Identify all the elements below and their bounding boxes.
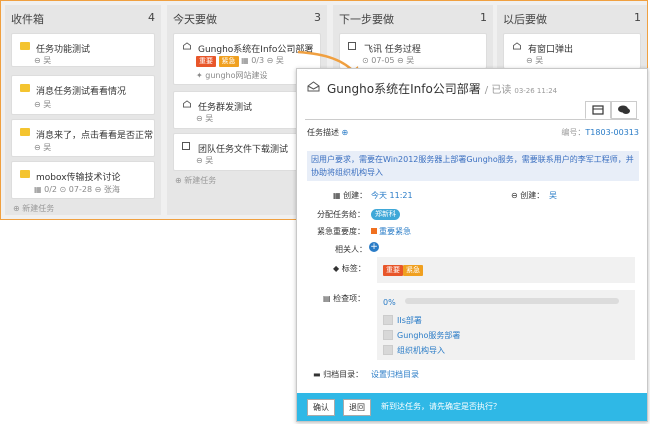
envelope-open-icon — [183, 42, 191, 50]
tags-panel: 重要 紧急 — [377, 257, 635, 283]
tab-detail[interactable] — [585, 101, 611, 119]
task-project: ✦ gungho网站建设 — [196, 71, 268, 80]
task-title: 任务功能测试 — [36, 45, 91, 55]
task-title: 团队任务文件下载测试 — [198, 145, 289, 155]
creator-value[interactable]: 吴 — [549, 190, 557, 201]
tags-label: ◆ 标签： — [333, 264, 366, 273]
task-card[interactable]: 消息任务测试看看情况 ⊖ 吴 — [11, 75, 155, 115]
envelope-icon — [20, 128, 30, 136]
priority-square-icon — [371, 228, 377, 234]
column-header: 以后要做 1 — [503, 11, 641, 27]
task-id: 编号：T1803-00313 — [561, 128, 639, 137]
task-card[interactable]: mobox传输技术讨论 ▦ 0/2 ⊙ 07-28 ⊖ 张海 — [11, 161, 155, 199]
creator-label: ⊖ 创建： — [511, 191, 545, 200]
task-card[interactable]: 有窗口弹出 ⊖ 吴 — [503, 33, 641, 69]
column-count: 1 — [480, 11, 487, 24]
progress-text: 0% — [383, 298, 396, 307]
dialog-footer: 确认 退回 新到达任务，请先确定是否执行？ — [297, 393, 647, 421]
list-icon — [592, 105, 604, 115]
priority-value[interactable]: 重要紧急 — [371, 226, 411, 237]
add-task-link[interactable]: ⊕ 新建任务 — [13, 203, 54, 214]
collapse-icon: ⊕ — [341, 128, 349, 137]
checklist-item[interactable]: 组织机构导入 — [397, 345, 445, 356]
priority-label: 紧急重要度： — [317, 227, 365, 236]
checklist-item[interactable]: IIs部署 — [397, 315, 422, 326]
column-inbox: 收件箱 4 任务功能测试 ⊖ 吴 消息任务测试看看情况 ⊖ 吴 消息来了，点击看… — [5, 5, 161, 215]
task-title: 飞讯 任务过程 — [364, 45, 421, 55]
section-label: 任务描述 ⊕ — [307, 128, 349, 137]
tag-urgent: 紧急 — [218, 56, 239, 67]
envelope-icon — [20, 170, 30, 178]
task-meta: ⊙ 07-05 ⊖ 吴 — [362, 56, 415, 65]
task-assignee: ⊖ 吴 — [526, 56, 544, 65]
task-title: 任务群发测试 — [198, 103, 253, 113]
checklist-checkbox[interactable] — [383, 315, 393, 325]
column-count: 4 — [148, 11, 155, 24]
chat-icon — [618, 105, 630, 114]
column-header: 今天要做 3 — [173, 11, 321, 27]
column-title: 下一步要做 — [339, 13, 394, 26]
task-assignee: ⊖ 吴 — [34, 143, 52, 152]
archive-label: ▬ 归档目录： — [313, 370, 364, 379]
read-status: / 已读 — [484, 85, 512, 96]
envelope-icon — [20, 42, 30, 50]
dialog-title: Gungho系统在Info公司部署 / 已读 03-26 11:24 — [327, 82, 558, 96]
checklist-item[interactable]: Gungho服务部署 — [397, 330, 460, 341]
add-related-button[interactable]: + — [369, 242, 379, 252]
checkbox-icon — [182, 142, 190, 150]
task-card[interactable]: 消息来了，点击看看是否正常 ⊖ 吴 — [11, 119, 155, 157]
checklist-panel: 0% IIs部署 Gungho服务部署 组织机构导入 — [377, 290, 635, 360]
tag-important[interactable]: 重要 — [383, 265, 403, 276]
envelope-open-icon — [513, 42, 521, 50]
tag-important: 重要 — [196, 56, 216, 67]
task-assignee: ⊖ 吴 — [34, 56, 52, 65]
column-count: 1 — [634, 11, 641, 24]
progress-bar — [405, 298, 619, 304]
column-header: 收件箱 4 — [11, 11, 155, 27]
tag-urgent[interactable]: 紧急 — [403, 265, 423, 276]
task-detail-dialog: Gungho系统在Info公司部署 / 已读 03-26 11:24 任务描述 ⊕ … — [296, 68, 648, 422]
task-description: 因用户要求，需要在Win2012服务器上部署Gungho服务，需要联系用户的李军… — [307, 151, 639, 181]
footer-message: 新到达任务，请先确定是否执行？ — [381, 402, 501, 411]
kanban-board: 收件箱 4 任务功能测试 ⊖ 吴 消息任务测试看看情况 ⊖ 吴 消息来了，点击看… — [0, 0, 650, 424]
checklist-checkbox[interactable] — [383, 345, 393, 355]
archive-link[interactable]: 设置归档目录 — [371, 369, 419, 380]
assignee-badge[interactable]: 郑新科 — [371, 209, 400, 220]
task-meta: 重要 紧急 ▦ 0/3 ⊖ 吴 — [196, 55, 284, 67]
column-title: 今天要做 — [173, 13, 217, 26]
read-date: 03-26 11:24 — [514, 87, 558, 95]
task-assignee: ⊖ 吴 — [196, 156, 214, 165]
dialog-tabs — [585, 101, 637, 119]
column-title: 收件箱 — [11, 13, 44, 26]
envelope-open-icon — [183, 100, 191, 108]
task-title: mobox传输技术讨论 — [36, 173, 121, 183]
task-meta: ▦ 0/2 ⊙ 07-28 ⊖ 张海 — [34, 185, 120, 194]
confirm-button[interactable]: 确认 — [307, 399, 335, 416]
created-label: ▦ 创建： — [333, 191, 368, 200]
divider — [305, 119, 639, 120]
checklist-label: ▤ 检查项： — [323, 294, 366, 303]
envelope-icon — [20, 84, 30, 92]
assignee-label: 分配任务给： — [317, 210, 365, 219]
envelope-open-icon — [307, 81, 320, 92]
add-task-link[interactable]: ⊕ 新建任务 — [175, 175, 216, 186]
related-label: 相关人： — [335, 245, 367, 254]
column-header: 下一步要做 1 — [339, 11, 487, 27]
task-assignee: ⊖ 吴 — [34, 100, 52, 109]
task-title: 有窗口弹出 — [528, 45, 574, 55]
checklist-checkbox[interactable] — [383, 330, 393, 340]
tab-comments[interactable] — [611, 101, 637, 119]
task-title: 消息来了，点击看看是否正常 — [36, 131, 154, 141]
task-title: 消息任务测试看看情况 — [36, 87, 127, 97]
column-count: 3 — [314, 11, 321, 24]
column-title: 以后要做 — [503, 13, 547, 26]
created-value: 今天 11:21 — [371, 191, 413, 200]
back-button[interactable]: 退回 — [343, 399, 371, 416]
task-assignee: ⊖ 吴 — [196, 114, 214, 123]
task-card[interactable]: 任务功能测试 ⊖ 吴 — [11, 33, 155, 67]
